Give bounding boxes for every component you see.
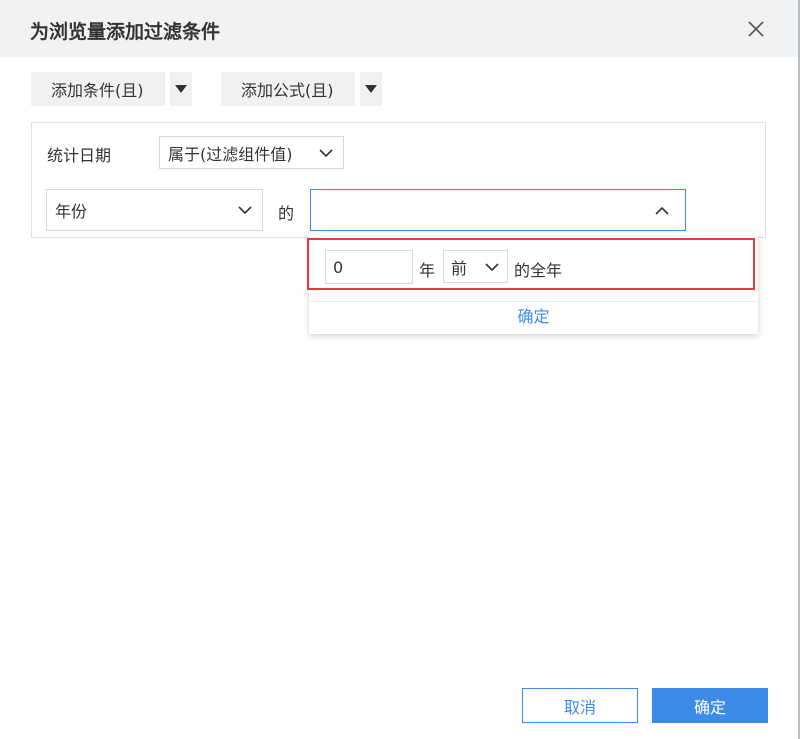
unit-value: 年份	[55, 202, 88, 221]
add-condition-button[interactable]: 添加条件(且)	[31, 72, 165, 106]
close-icon[interactable]	[745, 18, 767, 40]
unit-select[interactable]: 年份	[46, 189, 263, 231]
field-label: 统计日期	[47, 146, 112, 165]
caret-down-icon	[175, 85, 187, 93]
dialog-title: 为浏览量添加过滤条件	[30, 21, 221, 43]
add-formula-dropdown[interactable]	[360, 72, 382, 106]
operator-value: 属于(过滤组件值)	[168, 144, 293, 164]
highlight-box	[307, 238, 755, 290]
caret-down-icon	[365, 85, 377, 93]
ok-button[interactable]: 确定	[652, 688, 768, 723]
add-formula-label: 添加公式(且)	[241, 81, 334, 100]
filter-dialog: 为浏览量添加过滤条件 添加条件(且) 添加公式(且) 统计日期 属于(过滤组件值…	[0, 0, 800, 739]
add-formula-button[interactable]: 添加公式(且)	[221, 72, 355, 106]
popup-divider	[309, 301, 758, 302]
popup-confirm-button[interactable]: 确定	[309, 304, 758, 330]
add-condition-label: 添加条件(且)	[51, 81, 144, 100]
operator-select[interactable]: 属于(过滤组件值)	[159, 136, 344, 169]
cancel-button[interactable]: 取消	[522, 688, 638, 723]
dialog-header: 为浏览量添加过滤条件	[0, 0, 798, 57]
chevron-down-icon	[319, 148, 333, 157]
chevron-down-icon	[238, 206, 252, 215]
chevron-up-icon	[655, 206, 669, 215]
value-select[interactable]	[310, 189, 686, 231]
add-condition-dropdown[interactable]	[170, 72, 192, 106]
connector-label: 的	[278, 204, 295, 223]
